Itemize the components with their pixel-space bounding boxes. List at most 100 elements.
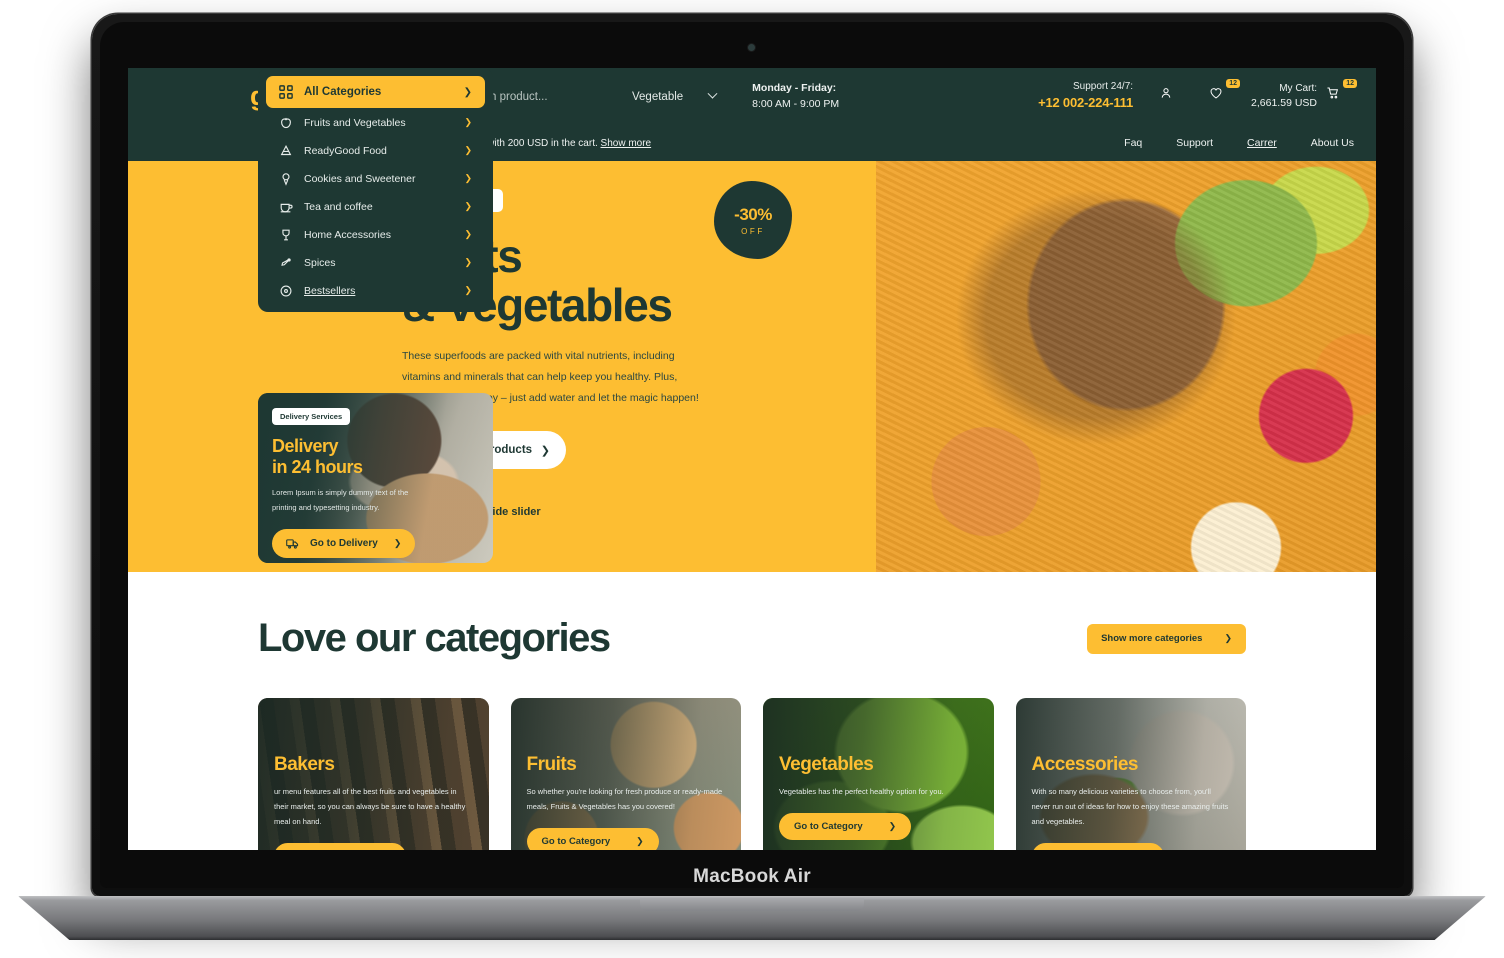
header-icon-group: 12 — [1159, 78, 1241, 108]
promo-show-more-link[interactable]: Show more — [601, 138, 652, 149]
sidebar-item-tea-and-coffee[interactable]: Tea and coffee ❯ — [266, 193, 485, 220]
show-more-categories-button[interactable]: Show more categories ❯ — [1087, 623, 1246, 654]
user-icon — [1161, 87, 1171, 98]
go-to-delivery-button[interactable]: Go to Delivery ❯ — [272, 528, 416, 558]
delivery-content: Delivery Services Delivery in 24 hours L… — [258, 393, 493, 563]
chevron-right-icon: ❯ — [540, 444, 550, 457]
cart-summary: My Cart: 2,661.59 USD — [1251, 81, 1317, 112]
sidebar-item-fruits-and-vegetables[interactable]: Fruits and Vegetables ❯ — [266, 109, 485, 136]
sidebar-item-label: ReadyGood Food — [304, 144, 387, 157]
icecream-icon — [282, 172, 290, 186]
category-select[interactable]: Vegetable — [632, 88, 718, 103]
screen-content: grocery Vegetable Monday - Friday: 8:00 … — [128, 68, 1376, 850]
sidebar-item-label: Fruits and Vegetables — [304, 116, 406, 129]
category-select-value: Vegetable — [632, 90, 684, 103]
go-to-category-button[interactable]: Go to Category ❯ — [274, 843, 407, 850]
delivery-promo-card[interactable]: Delivery Services Delivery in 24 hours L… — [258, 393, 493, 563]
sidebar-all-categories[interactable]: All Categories ❯ — [266, 76, 485, 108]
delivery-title-line1: Delivery — [272, 436, 339, 456]
card-title: Accessories — [1031, 754, 1139, 775]
card-title: Fruits — [526, 754, 577, 775]
cart-label: My Cart: — [1279, 83, 1317, 95]
cart-icon-wrap[interactable]: 12 — [1326, 78, 1357, 108]
star-badge-icon — [280, 285, 292, 296]
chevron-right-icon: ❯ — [464, 117, 472, 127]
category-card-bakers[interactable]: Bakers ur menu features all of the best … — [258, 698, 489, 850]
sidebar-item-label: Cookies and Sweetener — [304, 172, 416, 185]
chevron-right-icon: ❯ — [464, 229, 472, 239]
go-to-category-label: Go to Category — [794, 821, 863, 832]
discount-badge-value: -30% — [734, 204, 772, 224]
hero-title: Fruits & Vegetables — [402, 231, 1376, 330]
nav-links: Faq Support Carrer About Us — [1124, 137, 1354, 149]
card-title: Bakers — [274, 754, 335, 775]
opening-hours: Monday - Friday: 8:00 AM - 9:00 PM — [752, 81, 839, 113]
device-label: MacBook Air — [693, 866, 811, 887]
sidebar-item-bestsellers[interactable]: Bestsellers ❯ — [266, 277, 485, 304]
chevron-right-icon: ❯ — [463, 86, 472, 98]
cart-badge: 12 — [1343, 78, 1357, 88]
nav-link-faq[interactable]: Faq — [1124, 137, 1142, 149]
sidebar-item-readygood-food[interactable]: ReadyGood Food ❯ — [266, 137, 485, 164]
chevron-right-icon: ❯ — [464, 257, 472, 267]
category-card-fruits[interactable]: Fruits So whether you're looking for fre… — [510, 698, 742, 850]
hero-slider-controls: ❮ ❯ Slide slider — [402, 499, 1376, 526]
support-phone[interactable]: +12 002-224-111 — [1038, 94, 1133, 113]
chevron-right-icon: ❯ — [464, 173, 472, 183]
sidebar-item-label: Bestsellers — [304, 284, 356, 297]
sidebar-item-home-accessories[interactable]: Home Accessories ❯ — [266, 221, 485, 248]
support-label: Support 24/7: — [1072, 80, 1134, 92]
go-to-category-button[interactable]: Go to Category ❯ — [1031, 843, 1164, 850]
cart-button[interactable]: My Cart: 2,661.59 USD 12 — [1251, 78, 1357, 112]
food-icon — [280, 144, 292, 155]
category-cards-grid: Bakers ur menu features all of the best … — [128, 661, 1376, 850]
laptop-mockup: MacBook Air grocery Vegetable Monday - F… — [0, 0, 1504, 958]
cup-icon — [280, 203, 293, 212]
delivery-title-line2: in 24 hours — [272, 456, 363, 477]
sidebar-item-label: Spices — [304, 256, 336, 269]
delivery-title: Delivery in 24 hours — [272, 436, 479, 477]
sidebar-item-label: Home Accessories — [304, 228, 391, 241]
account-button[interactable] — [1159, 86, 1181, 108]
categories-section: Love our categories Show more categories… — [128, 572, 1376, 850]
card-content: Fruits So whether you're looking for fre… — [511, 698, 742, 850]
nav-link-support[interactable]: Support — [1176, 137, 1213, 149]
card-title: Vegetables — [779, 754, 874, 775]
chevron-down-icon — [707, 88, 718, 99]
support-info: Support 24/7: +12 002-224-111 — [1038, 80, 1133, 113]
category-card-accessories[interactable]: Accessories With so many delicious varie… — [1015, 698, 1247, 850]
chevron-right-icon: ❯ — [393, 537, 402, 548]
apple-icon — [281, 117, 291, 128]
wishlist-button[interactable]: 12 — [1209, 78, 1241, 108]
sidebar-item-cookies-and-sweetener[interactable]: Cookies and Sweetener ❯ — [266, 165, 485, 192]
heart-icon — [1210, 87, 1222, 99]
card-text: Vegetables has the perfect healthy optio… — [779, 787, 944, 796]
category-card-vegetables[interactable]: Vegetables Vegetables has the perfect he… — [763, 698, 994, 850]
card-text: ur menu features all of the best fruits … — [274, 787, 466, 826]
cart-icon — [1327, 87, 1339, 98]
category-sidebar: All Categories ❯ Fruits and Vegetables ❯… — [258, 68, 493, 312]
show-more-categories-label: Show more categories — [1101, 633, 1203, 644]
chevron-right-icon: ❯ — [464, 201, 472, 211]
spice-icon — [281, 257, 291, 266]
sidebar-item-spices[interactable]: Spices ❯ — [266, 249, 485, 276]
cart-amount: 2,661.59 USD — [1251, 97, 1317, 110]
laptop-base-notch — [640, 898, 864, 911]
truck-icon — [286, 538, 299, 549]
card-content: Bakers ur menu features all of the best … — [258, 698, 489, 850]
glass-icon — [282, 229, 290, 240]
go-to-category-button[interactable]: Go to Category ❯ — [526, 828, 659, 850]
delivery-tag: Delivery Services — [272, 408, 351, 425]
go-to-category-label: Go to Category — [541, 836, 611, 847]
nav-link-about-us[interactable]: About Us — [1311, 137, 1354, 149]
webcam-icon — [748, 44, 755, 51]
go-to-category-button[interactable]: Go to Category ❯ — [779, 813, 912, 840]
chevron-right-icon: ❯ — [1224, 633, 1232, 643]
grid-icon — [279, 85, 293, 99]
chevron-right-icon: ❯ — [464, 145, 472, 155]
card-text: So whether you're looking for fresh prod… — [526, 787, 723, 811]
sidebar-all-categories-label: All Categories — [304, 86, 382, 98]
discount-badge: -30% OFF — [714, 181, 792, 259]
card-content: Accessories With so many delicious varie… — [1016, 698, 1247, 850]
nav-link-carrer[interactable]: Carrer — [1247, 137, 1277, 149]
